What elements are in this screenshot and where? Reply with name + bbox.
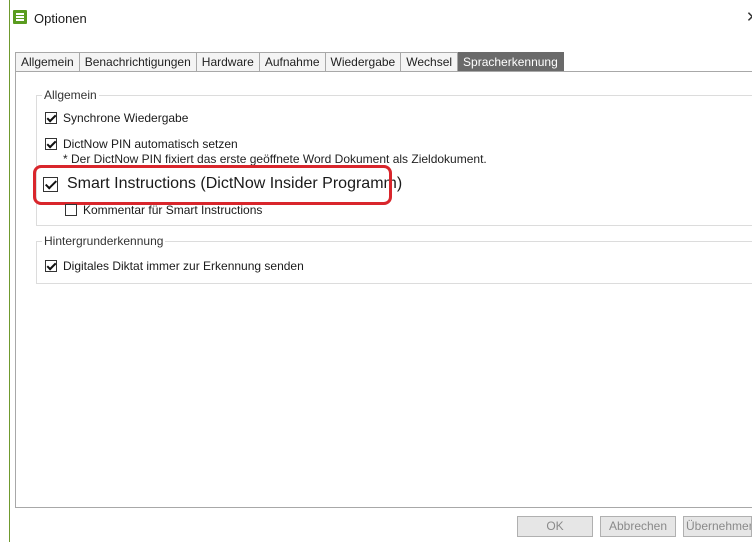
pin-auto-check-icon[interactable] [45, 138, 57, 150]
title-bar: Optionen ✕ [10, 0, 752, 44]
smart-comment-check-icon[interactable] [65, 204, 77, 216]
send-always-label: Digitales Diktat immer zur Erkennung sen… [63, 259, 304, 273]
app-icon [13, 10, 27, 24]
smart-comment-label: Kommentar für Smart Instructions [83, 203, 263, 217]
send-always-checkbox[interactable]: Digitales Diktat immer zur Erkennung sen… [45, 259, 304, 273]
tab-hardware[interactable]: Hardware [196, 52, 260, 72]
group-background-title: Hintergrunderkennung [42, 234, 166, 248]
group-general-title: Allgemein [42, 88, 99, 102]
tab-benachrichtigungen[interactable]: Benachrichtigungen [79, 52, 197, 72]
apply-button[interactable]: Übernehmen [683, 516, 752, 537]
pin-auto-label: DictNow PIN automatisch setzen [63, 137, 238, 151]
highlight-annotation [33, 165, 392, 205]
tab-wechsel[interactable]: Wechsel [401, 52, 459, 72]
sync-playback-label: Synchrone Wiedergabe [63, 111, 189, 125]
tab-aufnahme[interactable]: Aufnahme [259, 52, 326, 72]
tab-strip: Allgemein Benachrichtigungen Hardware Au… [15, 52, 564, 72]
close-icon[interactable]: ✕ [746, 8, 752, 26]
smart-comment-checkbox[interactable]: Kommentar für Smart Instructions [65, 203, 262, 217]
send-always-check-icon[interactable] [45, 260, 57, 272]
tab-spracherkennung[interactable]: Spracherkennung [458, 52, 564, 72]
cancel-button[interactable]: Abbrechen [600, 516, 676, 537]
pin-note: * Der DictNow PIN fixiert das erste geöf… [63, 152, 487, 166]
pin-auto-checkbox[interactable]: DictNow PIN automatisch setzen [45, 137, 238, 151]
tab-allgemein[interactable]: Allgemein [15, 52, 80, 72]
tab-wiedergabe[interactable]: Wiedergabe [325, 52, 402, 72]
sync-playback-check-icon[interactable] [45, 112, 57, 124]
sync-playback-checkbox[interactable]: Synchrone Wiedergabe [45, 111, 188, 125]
window-edge [9, 0, 10, 542]
ok-button[interactable]: OK [517, 516, 593, 537]
window-title: Optionen [34, 11, 87, 26]
